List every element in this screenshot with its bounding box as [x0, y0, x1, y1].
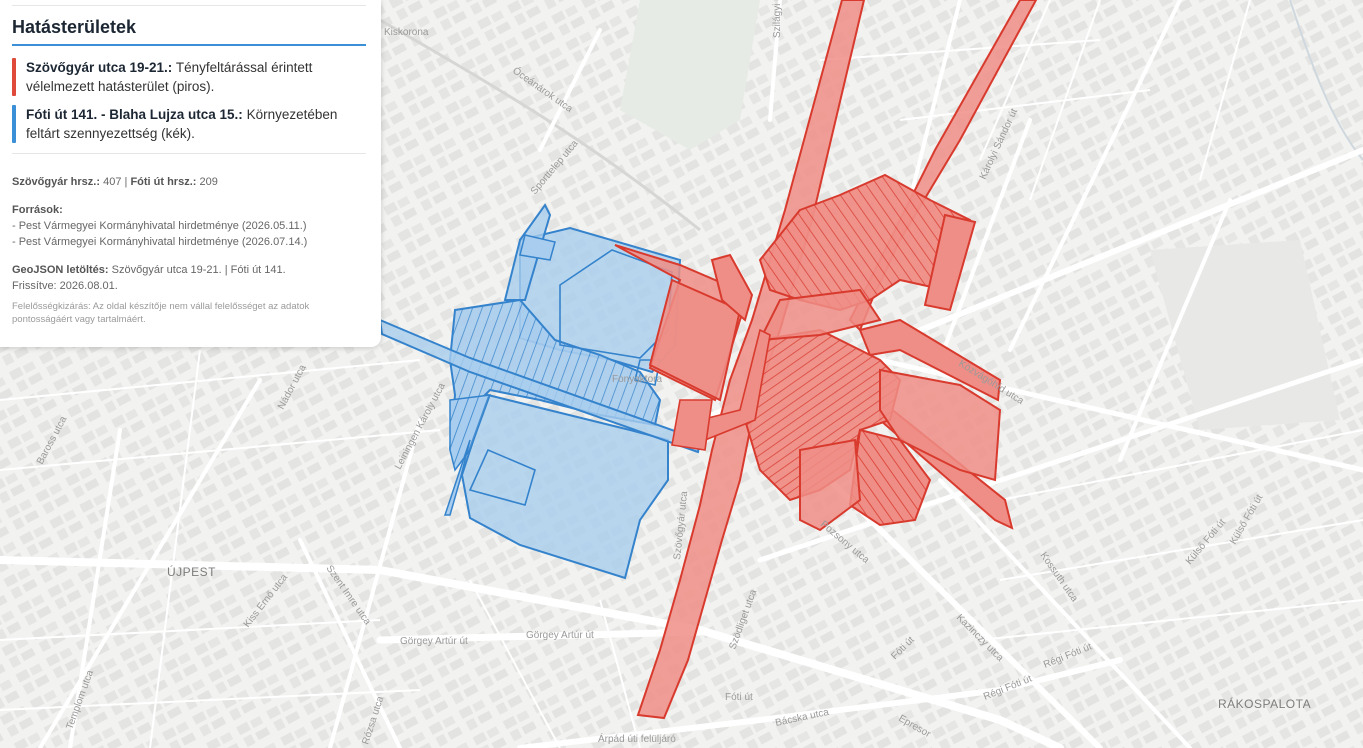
legend-blue-name: Fóti út 141. - Blaha Lujza utca 15.: [26, 107, 243, 122]
hrsz-info: Szövőgyár hrsz.: 407 | Fóti út hrsz.: 20… [12, 174, 365, 190]
legend-color-blue [12, 105, 16, 143]
district-label-rakospalota: RÁKOSPALOTA [1218, 696, 1311, 711]
sources-label: Források: [12, 204, 63, 216]
red-sw-parcel[interactable] [671, 399, 713, 451]
hrsz-value-1: 407 [103, 176, 122, 188]
legend-item-red: Szövőgyár utca 19-21.: Tényfeltárással é… [12, 58, 365, 96]
hrsz-separator: | [124, 176, 128, 188]
legend-item-blue: Fóti út 141. - Blaha Lujza utca 15.: Kör… [12, 105, 365, 143]
district-label-ujpest: ÚJPEST [167, 564, 216, 579]
sources-block: Források: - Pest Vármegyei Kormányhivata… [12, 202, 365, 250]
source-item: - Pest Vármegyei Kormányhivatal hirdetmé… [12, 220, 307, 232]
panel-top-divider [12, 5, 366, 6]
hrsz-value-2: 209 [199, 176, 218, 188]
street-label: Árpád úti felüljáró [598, 732, 676, 745]
legend-color-red [12, 58, 16, 96]
legend-red-name: Szövőgyár utca 19-21.: [26, 60, 173, 75]
street-label: Szilágyi utca [772, 0, 783, 38]
panel-title: Hatásterületek [12, 17, 366, 46]
source-item: - Pest Vármegyei Kormányhivatal hirdetmé… [12, 236, 308, 248]
panel-divider [12, 153, 366, 154]
disclaimer: Felelősségkizárás: Az oldal készítője ne… [12, 301, 310, 325]
street-label: Fóti út [725, 692, 753, 703]
geojson-label: GeoJSON letöltés: [12, 264, 109, 276]
info-panel: Hatásterületek Szövőgyár utca 19-21.: Té… [0, 0, 381, 347]
hrsz-label-1: Szövőgyár hrsz.: [12, 176, 101, 188]
street-label: Görgey Artúr út [526, 630, 594, 641]
updated-date: Frissítve: 2026.08.01. [12, 280, 118, 292]
street-label: Fonyaktora [612, 374, 662, 385]
hrsz-label-2: Fóti út hrsz.: [130, 176, 197, 188]
street-label: Görgey Artúr út [400, 636, 468, 647]
geojson-download-links[interactable]: Szövőgyár utca 19-21. | Fóti út 141. [112, 264, 286, 276]
geojson-block: GeoJSON letöltés: Szövőgyár utca 19-21. … [12, 262, 365, 294]
street-label: Kiskorona [384, 27, 429, 38]
